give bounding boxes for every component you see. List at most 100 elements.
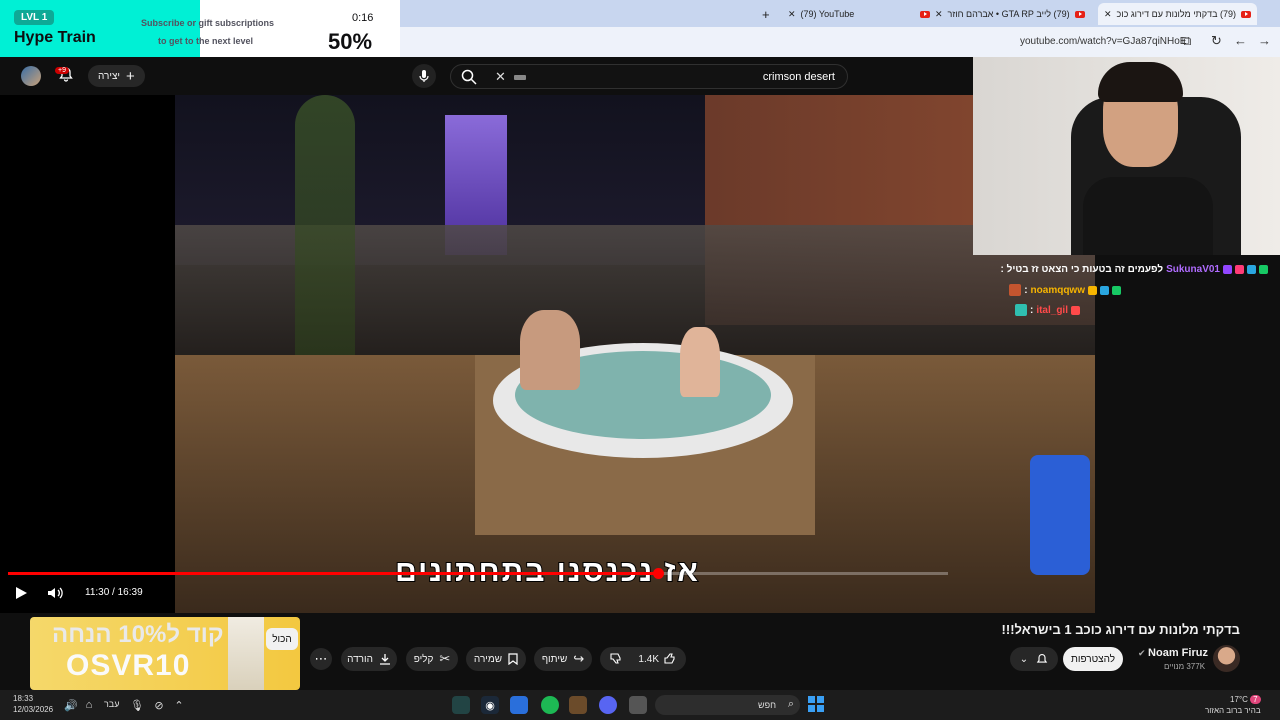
account-avatar[interactable] [21,66,41,86]
chat-message: : noamqqww [1009,284,1121,296]
bell-icon [1036,653,1048,663]
mod-badge-icon [1247,265,1256,274]
microphone-icon[interactable]: 🎙 [128,696,146,714]
download-button[interactable]: הורדה [341,647,397,671]
chrome-app-icon[interactable] [510,696,528,714]
chevron-up-icon[interactable]: ⌃ [170,696,188,714]
search-input[interactable]: ✕ crimson desert [450,64,848,89]
chat-overlay: לפעמים זה בטעות כי הצאט זז בטיל : Sukuna… [1000,262,1280,322]
hype-train-subtitle-2: to get to the next level [158,36,254,46]
search-icon: ⌕ [787,698,794,710]
hype-train-subtitle-1: Subscribe or gift subscriptions [141,18,275,28]
mod-badge-icon [1100,285,1109,295]
close-icon[interactable]: ✕ [1104,9,1112,20]
search-query[interactable]: crimson desert [763,71,835,83]
verified-check-icon: ✔ [1138,648,1149,658]
youtube-favicon-icon [1240,10,1251,18]
filter-chip-all[interactable]: הכול [266,628,298,650]
save-button[interactable]: שמירה [466,647,526,671]
steam-app-icon[interactable]: ◉ [481,696,499,714]
video-frame [175,95,1095,613]
emote-icon [1009,284,1022,296]
video-title: בדקתי מלונות עם דירוג כוכב 1 בישראל!!! [1001,622,1240,637]
search-icon[interactable] [461,69,477,90]
tab-active-video[interactable]: ✕ (79) בדקתי מלונות עם דירוג כוכ [1098,3,1257,25]
game-app-icon[interactable] [569,696,587,714]
subscription-bell-button[interactable]: ⌄ [1010,647,1058,671]
tab-gta-live[interactable]: ✕ (79) לייב GTA RP • אברהם חוזר [920,3,1085,25]
taskbar-weather[interactable]: 17°C 7 בהיר ברוב האזור [1205,694,1261,716]
hype-train-percent: 50% [328,29,373,54]
chat-message: : ital_gil [1014,304,1080,316]
taskbar-search-input[interactable]: חפש ⌕ [655,695,800,715]
more-dots-icon: ⋯ [314,651,328,666]
taskbar-clock[interactable]: 18:33 12/03/2026 [13,693,53,715]
create-button[interactable]: יצירה + [88,65,145,87]
join-button[interactable]: להצטרפות [1063,647,1123,671]
play-icon[interactable] [14,586,28,605]
back-icon[interactable]: ← [1234,33,1247,48]
spotify-app-icon[interactable] [541,696,559,714]
terminal-app-icon[interactable] [452,696,470,714]
address-bar[interactable]: youtube.com/watch?v=GJa87qiNHoE ⧉ ↻ ← → [400,27,1280,57]
video-progress-bar[interactable] [8,568,948,579]
like-icon [664,653,675,664]
verified-badge-icon [1112,285,1121,295]
download-icon [379,654,390,665]
verified-badge-icon [1259,265,1268,274]
translate-icon[interactable]: ⧉ [1182,33,1191,49]
volume-icon[interactable] [47,586,65,605]
close-icon[interactable]: ✕ [788,9,796,20]
youtube-header: +9 יצירה + ✕ crimson desert [0,57,973,95]
more-actions-button[interactable]: ⋯ [310,648,332,670]
forward-icon[interactable]: → [1258,33,1271,48]
windows-start-icon[interactable] [808,696,824,712]
promo-code: OSVR10 [66,649,191,682]
youtube-favicon-icon [1074,10,1085,18]
clear-search-icon[interactable]: ✕ [495,69,506,85]
promo-headline: קוד ל10% הנחה [52,621,224,648]
channel-name[interactable]: ✔ Noam Firuz [1138,647,1208,659]
youtube-favicon-icon [920,10,930,18]
clip-button[interactable]: קליפ ✂ [406,647,458,671]
bits-badge-icon [1088,285,1097,295]
streamer-webcam [973,57,1280,255]
mute-notifications-icon[interactable]: ⊘ [150,696,168,714]
network-icon[interactable]: ⌂ [80,696,98,714]
plus-icon: + [126,67,135,85]
chevron-down-icon: ⌄ [1019,653,1029,665]
mic-icon [419,70,429,82]
scissors-icon: ✂ [439,651,451,666]
tab-youtube[interactable]: ✕ (79) YouTube [788,3,854,25]
like-dislike-group: 1.4K [600,647,686,671]
video-progress-played [8,572,659,575]
emote-icon [1014,304,1027,316]
promo-banner[interactable]: קוד ל10% הנחה OSVR10 [30,617,300,690]
perfume-bottle-image [228,617,264,690]
notifications-badge: +9 [55,67,69,74]
voice-search-button[interactable] [412,64,436,88]
input-language[interactable]: עבר [104,699,119,709]
chat-message: לפעמים זה בטעות כי הצאט זז בטיל : Sukuna… [1001,264,1268,275]
keyboard-icon[interactable] [514,75,526,80]
bookmark-icon [508,653,518,665]
close-icon[interactable]: ✕ [935,9,943,20]
share-button[interactable]: שיתוף ↪ [534,647,592,671]
speaker-icon[interactable]: 🔊 [62,696,80,714]
hype-train-timer: 0:16 [352,12,374,24]
url-text[interactable]: youtube.com/watch?v=GJa87qiNHoE [1020,36,1186,47]
file-explorer-icon[interactable] [629,696,647,714]
gift-badge-icon [1235,265,1244,274]
video-player[interactable]: אז נכנסנו בתחתונים 11:30 / 16:39 [0,95,1095,613]
sub-badge-icon [1071,305,1080,315]
hype-train-title: Hype Train [14,29,96,46]
like-button[interactable]: 1.4K [638,653,676,665]
sub-badge-icon [1223,265,1232,274]
dislike-icon[interactable] [610,652,622,667]
channel-avatar[interactable] [1213,645,1240,672]
discord-app-icon[interactable] [599,696,617,714]
windows-taskbar: 18:33 12/03/2026 🔊 ⌂ עבר 🎙 ⊘ ⌃ ◉ חפש ⌕ 1… [0,690,1280,720]
new-tab-button[interactable]: + [762,3,770,25]
channel-subscriber-count: 377K מנויים [1164,662,1206,671]
reload-icon[interactable]: ↻ [1211,33,1222,49]
